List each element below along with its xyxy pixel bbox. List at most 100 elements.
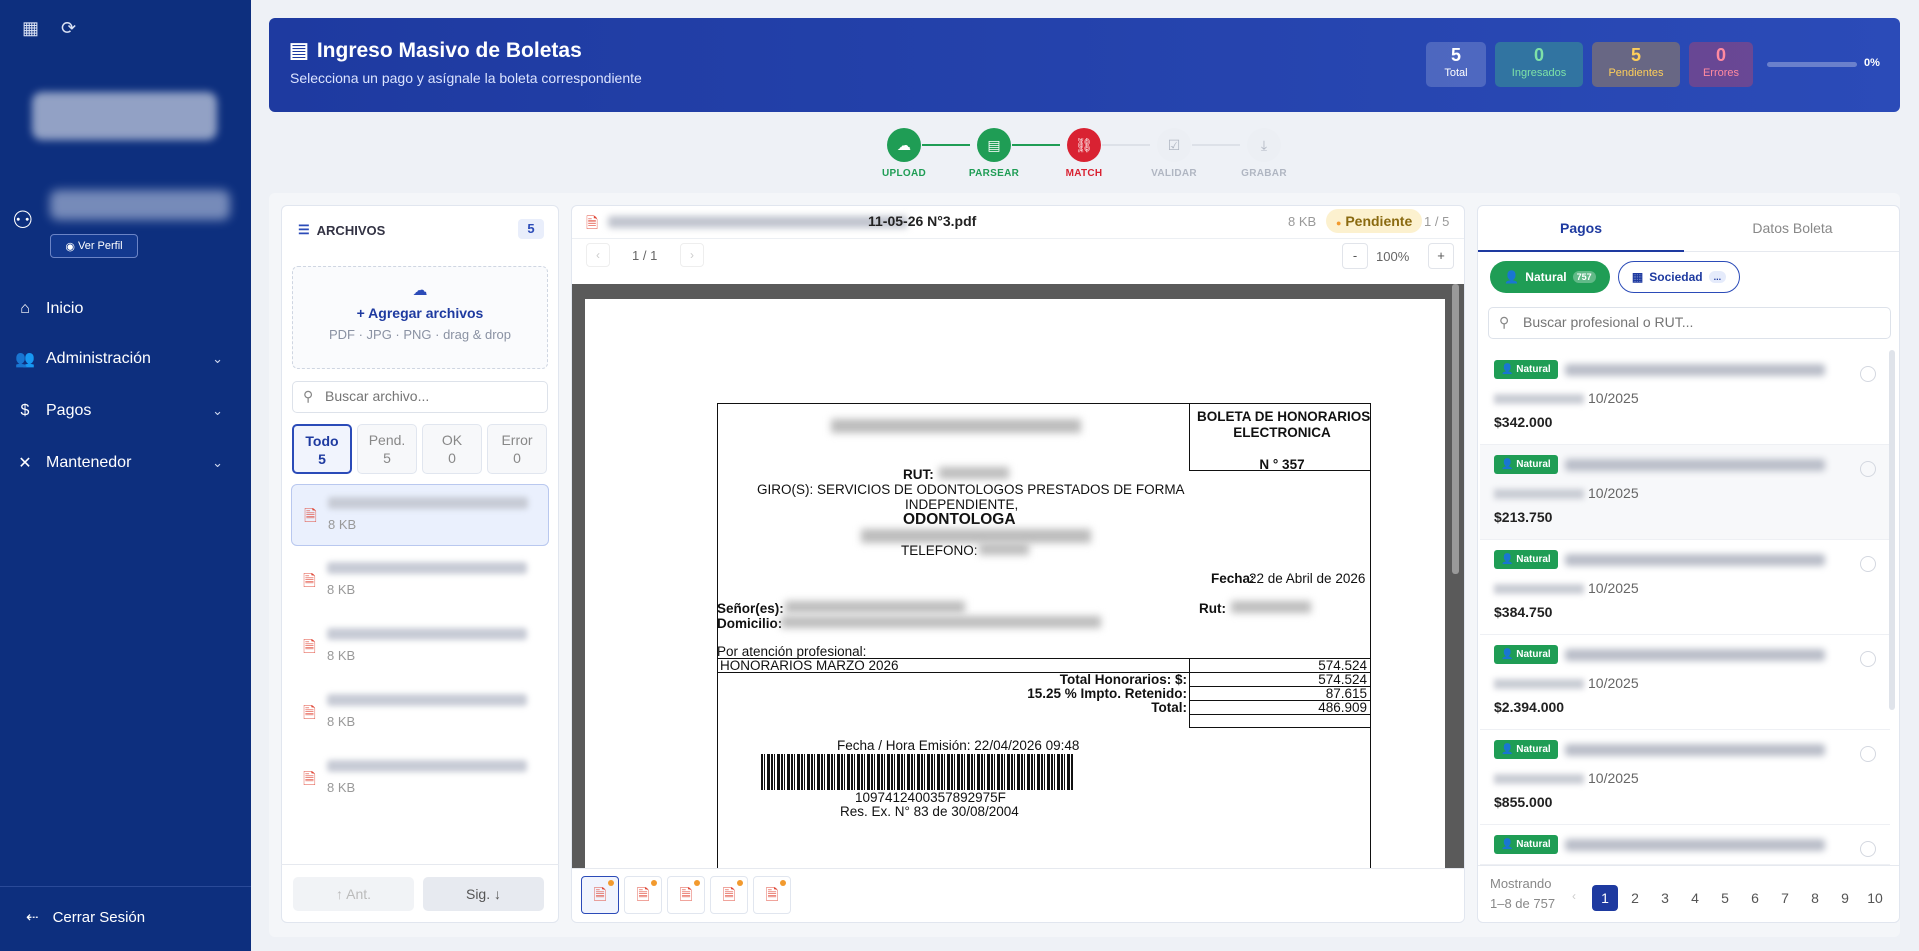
filter-error[interactable]: Error 0 <box>487 424 547 474</box>
natural-badge: 👤 Natural <box>1494 835 1558 854</box>
pago-radio[interactable] <box>1860 461 1876 477</box>
pdf-rut2-label: Rut: <box>1199 601 1226 616</box>
pago-item[interactable]: 👤 Natural 10/2025 $2.394.000 <box>1480 635 1890 730</box>
upload-cloud-icon: ☁ <box>887 128 921 162</box>
file-item[interactable]: 🗎 8 KB <box>291 682 549 744</box>
file-name <box>328 497 528 509</box>
natural-toggle[interactable]: 👤 Natural 757 <box>1490 261 1610 293</box>
search-profesional-field[interactable]: ⚲ <box>1488 307 1891 339</box>
nav-pagos[interactable]: $ Pagos ⌄ <box>0 388 251 434</box>
pdf-retenido-label: 15.25 % Impto. Retenido: <box>1027 686 1187 701</box>
pago-item[interactable]: 👤 Natural 10/2025 $384.750 <box>1480 540 1890 635</box>
page-thumbnail[interactable]: 🗎 <box>710 876 748 914</box>
page-thumbnail[interactable]: 🗎 <box>624 876 662 914</box>
filter-ok[interactable]: OK 0 <box>422 424 482 474</box>
pago-amount: $855.000 <box>1494 794 1553 810</box>
page-button[interactable]: 6 <box>1742 885 1768 911</box>
apps-grid-icon[interactable]: ▦ <box>22 18 39 39</box>
pending-dot-icon <box>737 880 743 886</box>
page-thumbnail[interactable]: 🗎 <box>667 876 705 914</box>
search-profesional-input[interactable] <box>1523 314 1878 330</box>
pdf-scrollbar[interactable] <box>1452 284 1459 574</box>
file-size: 8 KB <box>327 780 356 795</box>
tab-pagos[interactable]: Pagos <box>1478 206 1684 252</box>
search-archivo-input[interactable] <box>325 388 540 404</box>
page-button[interactable]: 4 <box>1682 885 1708 911</box>
upload-icon: ☁ <box>412 282 428 299</box>
file-name <box>327 562 527 574</box>
logout-button[interactable]: ⇠ Cerrar Sesión <box>26 908 146 927</box>
next-file-button[interactable]: Sig. ↓ <box>423 877 544 911</box>
upload-dropzone[interactable]: ☁ + Agregar archivos PDF · JPG · PNG · d… <box>292 266 548 369</box>
sociedad-toggle[interactable]: ▦ Sociedad... <box>1618 261 1740 293</box>
badge-label: Natural <box>1516 554 1551 565</box>
stat-value: 5 <box>1450 45 1461 65</box>
nav-administracion[interactable]: 👥 Administración ⌄ <box>0 336 251 382</box>
page-button[interactable]: 7 <box>1772 885 1798 911</box>
stat-value: 0 <box>1715 45 1726 65</box>
progress-label: 0% <box>1864 57 1880 69</box>
pago-radio[interactable] <box>1860 556 1876 572</box>
filter-label: Todo <box>305 433 339 449</box>
pago-item[interactable]: 👤 Natural 10/2025 $855.000 <box>1480 730 1890 825</box>
page-button[interactable]: 9 <box>1832 885 1858 911</box>
nav-inicio[interactable]: ⌂ Inicio <box>0 286 251 332</box>
page-thumbnail[interactable]: 🗎 <box>581 876 619 914</box>
pago-radio[interactable] <box>1860 841 1876 857</box>
page-button[interactable]: 3 <box>1652 885 1678 911</box>
prev-page-button[interactable]: ‹ <box>586 243 610 267</box>
file-item[interactable]: 🗎 8 KB <box>291 484 549 546</box>
pdf-profesion: ODONTOLOGA <box>903 511 1016 528</box>
pdf-file-icon: 🗎 <box>636 887 650 904</box>
pago-item[interactable]: 👤 Natural <box>1480 825 1890 865</box>
page-button[interactable]: 5 <box>1712 885 1738 911</box>
page-button[interactable]: 1 <box>1592 885 1618 911</box>
page-thumbnail[interactable]: 🗎 <box>753 876 791 914</box>
ver-perfil-button[interactable]: ◉ Ver Perfil <box>50 234 138 258</box>
barcode <box>761 754 1073 790</box>
pago-amount: $342.000 <box>1494 414 1553 430</box>
filter-todo[interactable]: Todo 5 <box>292 424 352 474</box>
page-button[interactable]: 10 <box>1862 885 1888 911</box>
prev-file-button[interactable]: ↑ Ant. <box>293 877 414 911</box>
filter-pend[interactable]: Pend. 5 <box>357 424 417 474</box>
pagos-scrollbar[interactable] <box>1889 350 1895 710</box>
file-text-icon: ▤ <box>977 128 1011 162</box>
logout-label: Cerrar Sesión <box>52 908 146 926</box>
page-button[interactable]: 2 <box>1622 885 1648 911</box>
rut-redacted <box>1494 679 1584 690</box>
sociedad-label: Sociedad <box>1649 270 1703 284</box>
pending-dot-icon <box>608 880 614 886</box>
chevron-down-icon: ⌄ <box>212 351 223 366</box>
archivos-title: ARCHIVOS <box>316 222 386 238</box>
file-item[interactable]: 🗎 8 KB <box>291 748 549 810</box>
zoom-out-button[interactable]: - <box>1342 243 1368 269</box>
link-icon: ⛓ <box>1067 128 1101 162</box>
boleta-subtitle: ELECTRONICA <box>1233 425 1331 440</box>
nav-mantenedor[interactable]: ✕ Mantenedor ⌄ <box>0 440 251 486</box>
pago-item[interactable]: 👤 Natural 10/2025 $342.000 <box>1480 350 1890 445</box>
chevron-down-icon: ⌄ <box>212 455 223 470</box>
step-label: GRABAR <box>1241 168 1287 179</box>
tab-datos-boleta[interactable]: Datos Boleta <box>1684 206 1899 252</box>
pdf-res: Res. Ex. N° 83 de 30/08/2004 <box>840 804 1019 819</box>
pago-radio[interactable] <box>1860 746 1876 762</box>
status-dot-icon: ● <box>1336 218 1342 228</box>
page-button[interactable]: 8 <box>1802 885 1828 911</box>
pago-item[interactable]: 👤 Natural 10/2025 $213.750 <box>1480 445 1890 540</box>
prev-page-icon[interactable]: ‹ <box>1572 889 1576 903</box>
next-page-button[interactable]: › <box>680 243 704 267</box>
pdf-file-icon: 🗎 <box>303 639 316 656</box>
pdf-total-label: Total: <box>1151 700 1187 715</box>
pago-radio[interactable] <box>1860 651 1876 667</box>
mostrando-label: Mostrando <box>1490 876 1552 891</box>
refresh-icon[interactable]: ⟳ <box>61 18 76 39</box>
file-item[interactable]: 🗎 8 KB <box>291 550 549 612</box>
pending-dot-icon <box>780 880 786 886</box>
pago-radio[interactable] <box>1860 366 1876 382</box>
search-archivo-field[interactable]: ⚲ <box>292 381 548 413</box>
zoom-in-button[interactable]: + <box>1428 243 1454 269</box>
pdf-emision: Fecha / Hora Emisión: 22/04/2026 09:48 <box>837 738 1080 753</box>
formats-hint: PDF · JPG · PNG · drag & drop <box>328 327 512 342</box>
file-item[interactable]: 🗎 8 KB <box>291 616 549 678</box>
